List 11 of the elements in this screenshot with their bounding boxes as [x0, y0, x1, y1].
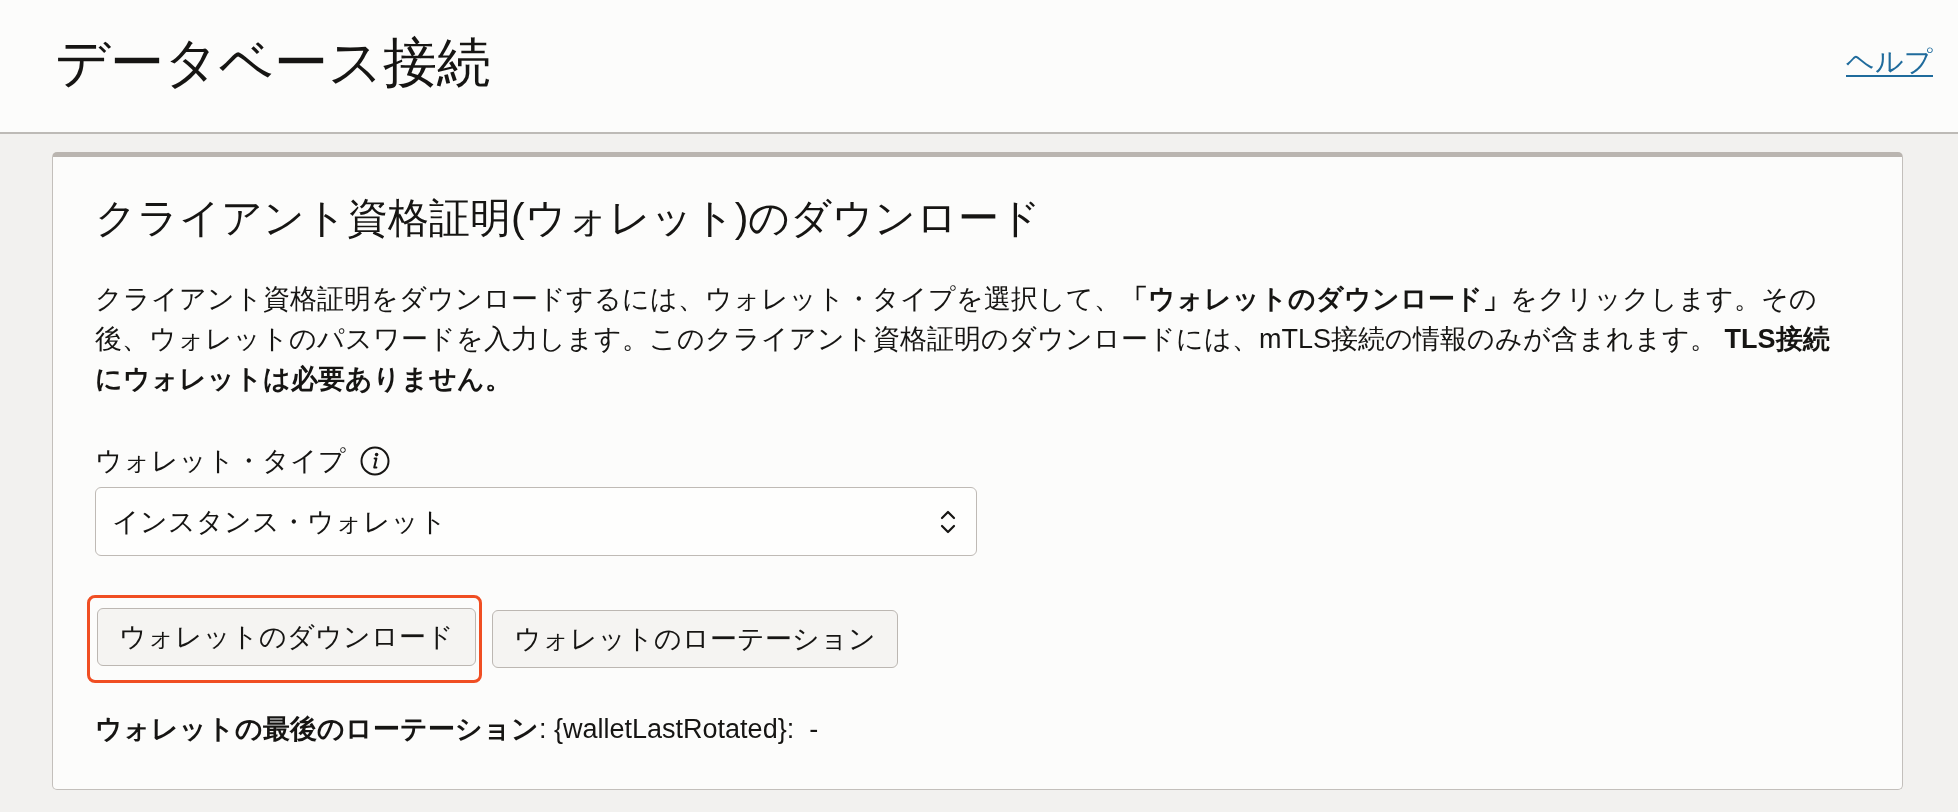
wallet-type-label: ウォレット・タイプ	[95, 445, 346, 478]
page-title: データベース接続	[55, 31, 491, 94]
section-title: クライアント資格証明(ウォレット)のダウンロード	[95, 194, 1043, 243]
help-link[interactable]: ヘルプ	[1846, 45, 1933, 79]
last-rotation-text: ウォレットの最後のローテーション: {walletLastRotated}: -	[95, 713, 820, 746]
info-icon[interactable]	[360, 446, 390, 476]
up-down-chevron-icon	[940, 508, 956, 535]
wallet-button[interactable]: ウォレットのダウンロード	[97, 608, 476, 666]
wallet-button[interactable]: ウォレットのローテーション	[492, 610, 898, 668]
description-text: クライアント資格証明をダウンロードするには、ウォレット・タイプを選択して、「ウォレットのダウンロード」をクリックします。その後、ウォレットのパスワードを入力します。このクライアント資格証明のダウンロードには、mTLS接続の情報のみが含まれます。 TLS接続にウォレットは必要ありません。	[95, 283, 1831, 396]
wallet-type-select[interactable]: インスタンス・ウォレット	[95, 487, 977, 556]
